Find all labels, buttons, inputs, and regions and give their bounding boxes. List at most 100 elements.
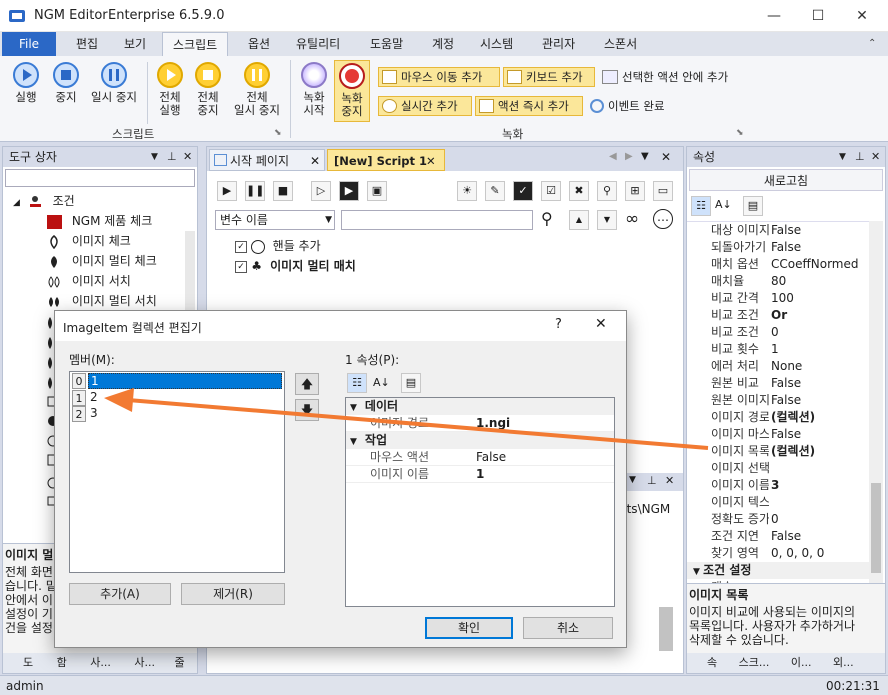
add-in-action-button[interactable]: 선택한 액션 안에 추가 — [600, 68, 728, 86]
event-done-button[interactable]: 이벤트 완료 — [588, 97, 665, 115]
bulb-icon[interactable]: ☀ — [457, 181, 477, 201]
property-row[interactable]: 정확도 증가 0 — [687, 511, 869, 528]
menu-tab-sponsor[interactable]: 스폰서 — [594, 32, 647, 56]
bottom-tab-toolbox[interactable]: 도 — [3, 656, 33, 669]
property-row[interactable]: 이미지 목록 (컬렉션) — [687, 443, 869, 460]
delete-icon[interactable]: ✖ — [569, 181, 589, 201]
tree-root-conditions[interactable]: ◢ 조건 — [3, 191, 197, 211]
minimize-button[interactable]: — — [752, 0, 796, 32]
sort-az-icon[interactable]: A↓ — [715, 198, 732, 211]
menu-tab-admin[interactable]: 관리자 — [532, 32, 585, 56]
category-data[interactable]: ▼ 데이터 — [346, 398, 614, 415]
property-row[interactable]: 이미지 텍스트 — [687, 494, 869, 511]
tree-item-image-multi-check[interactable]: 이미지 멀티 체크 — [3, 251, 197, 271]
stop-button[interactable]: 중지 — [46, 62, 86, 104]
dialog-close-button[interactable]: ✕ — [595, 316, 607, 332]
ribbon-collapse-icon[interactable]: ⌃ — [868, 38, 876, 49]
categorized-icon[interactable]: ☷ — [691, 196, 711, 216]
menu-tab-script[interactable]: 스크립트 — [162, 32, 229, 57]
record-group-launcher-icon[interactable]: ⬊ — [736, 128, 744, 138]
add-realtime-button[interactable]: 실시간 추가 — [378, 96, 472, 116]
menu-tab-system[interactable]: 시스템 — [470, 32, 523, 56]
more-options-icon[interactable]: … — [653, 209, 673, 229]
property-row[interactable]: 되돌아가기 False — [687, 239, 869, 256]
property-row[interactable]: 대상 이미지 False — [687, 222, 869, 239]
property-row[interactable]: 비교 횟수 1 — [687, 341, 869, 358]
properties-menu-icon[interactable]: ▼ — [839, 147, 846, 167]
pause-all-button[interactable]: 전체 일시 중지 — [228, 62, 286, 117]
tree-item-image-check[interactable]: 이미지 체크 — [3, 231, 197, 251]
script-checkbox[interactable]: ✓ — [235, 240, 247, 253]
menu-tab-options[interactable]: 옵션 — [238, 32, 280, 56]
add-member-button[interactable]: 추가(A) — [69, 583, 171, 605]
menu-tab-view[interactable]: 보기 — [114, 32, 156, 56]
add-instant-button[interactable]: 액션 즉시 추가 — [475, 96, 583, 116]
refresh-button[interactable]: 새로고침 — [689, 169, 883, 191]
pause-button[interactable]: 일시 중지 — [86, 62, 142, 104]
tab-close-icon[interactable]: ✕ — [310, 150, 320, 172]
bottom-tab-lines[interactable]: 줄 — [159, 656, 185, 669]
close-button[interactable]: ✕ — [840, 0, 884, 32]
tree-item-image-search[interactable]: 이미지 서치 — [3, 271, 197, 291]
tab-list-icon[interactable]: ▼ — [641, 151, 649, 162]
property-row[interactable]: 이미지 경로 (컬렉션) — [687, 409, 869, 426]
member-item[interactable]: 2 3 — [70, 406, 284, 422]
find-icon[interactable]: ⚲ — [597, 181, 617, 201]
menu-tab-edit[interactable]: 편집 — [66, 32, 108, 56]
maximize-button[interactable]: ☐ — [796, 0, 840, 32]
categorized-icon[interactable]: ☷ — [347, 373, 367, 393]
menu-tab-help[interactable]: 도움말 — [360, 32, 413, 56]
sort-az-icon[interactable]: A↓ — [373, 376, 390, 389]
record-start-button[interactable]: 녹화 시작 — [294, 62, 334, 117]
bottom-tab-users[interactable]: 사... — [70, 656, 111, 669]
move-down-icon[interactable]: ▼ — [597, 210, 617, 230]
bottom-tab-image[interactable]: 이... — [773, 656, 812, 669]
member-item[interactable]: 0 1 — [70, 373, 284, 389]
tree-view-icon[interactable]: ⊞ — [625, 181, 645, 201]
editor-close-icon[interactable]: ✕ — [661, 150, 671, 164]
script-line[interactable]: ✓ 핸들 추가 — [235, 237, 321, 255]
script-group-launcher-icon[interactable]: ⬊ — [274, 128, 282, 138]
property-row[interactable]: 비교 조건 Or — [687, 307, 869, 324]
property-row[interactable]: 매치율 80 — [687, 273, 869, 290]
script-line[interactable]: ✓ ♣ 이미지 멀티 매치 — [235, 257, 356, 275]
menu-tab-utility[interactable]: 유틸리티 — [286, 32, 350, 56]
toolbox-search-input[interactable] — [5, 169, 195, 187]
bottom-tab-functions[interactable]: 함 — [37, 656, 67, 669]
tree-item-ngm-check[interactable]: NGM 제품 체크 — [3, 211, 197, 231]
prop-row[interactable]: 이미지 이름 1 — [346, 466, 614, 483]
property-pages-icon[interactable]: ▤ — [401, 373, 421, 393]
add-keyboard-button[interactable]: 키보드 추가 — [503, 67, 595, 87]
tree-item-image-multi-search[interactable]: 이미지 멀티 서치 — [3, 291, 197, 311]
prop-row[interactable]: 마우스 액션 False — [346, 449, 614, 466]
editor-step-over-icon[interactable]: ▣ — [367, 181, 387, 201]
property-row[interactable]: 비교 간격 100 — [687, 290, 869, 307]
member-item[interactable]: 1 2 — [70, 390, 284, 406]
variable-select[interactable]: 변수 이름 ▼ — [215, 210, 335, 230]
properties-close-icon[interactable]: ✕ — [871, 147, 880, 167]
property-pages-icon[interactable]: ▤ — [743, 196, 763, 216]
tree-expand-icon[interactable]: ◢ — [13, 198, 20, 208]
bottom-tab-script[interactable]: 스크... — [721, 656, 770, 669]
property-row[interactable]: 조건 지연 False — [687, 528, 869, 545]
bottom-tab-external[interactable]: 외... — [815, 656, 854, 669]
checkbox-icon[interactable]: ☑ — [541, 181, 561, 201]
property-section[interactable]: ▼ 조건 설정 — [687, 562, 869, 579]
check-icon[interactable]: ✓ — [513, 181, 533, 201]
output-pin-icon[interactable]: ⊥ — [647, 474, 657, 487]
editor-stop-icon[interactable]: ■ — [273, 181, 293, 201]
category-action[interactable]: ▼ 작업 — [346, 432, 614, 449]
property-row[interactable]: 원본 이미지 False — [687, 392, 869, 409]
editor-step-icon[interactable]: ▷ — [311, 181, 331, 201]
toolbox-close-icon[interactable]: ✕ — [183, 147, 192, 167]
menu-file[interactable]: File — [2, 32, 56, 56]
infinity-icon[interactable]: ∞ — [625, 209, 639, 229]
bottom-tab-properties[interactable]: 속 — [687, 656, 717, 669]
stop-all-button[interactable]: 전체 중지 — [188, 62, 228, 117]
property-row[interactable]: 에러 처리 None — [687, 358, 869, 375]
dialog-help-button[interactable]: ? — [555, 317, 562, 332]
toolbox-pin-icon[interactable]: ⊥ — [167, 147, 177, 167]
editor-run-icon[interactable]: ▶ — [217, 181, 237, 201]
toolbox-menu-icon[interactable]: ▼ — [151, 147, 158, 167]
editor-step-into-icon[interactable]: ▶ — [339, 181, 359, 201]
